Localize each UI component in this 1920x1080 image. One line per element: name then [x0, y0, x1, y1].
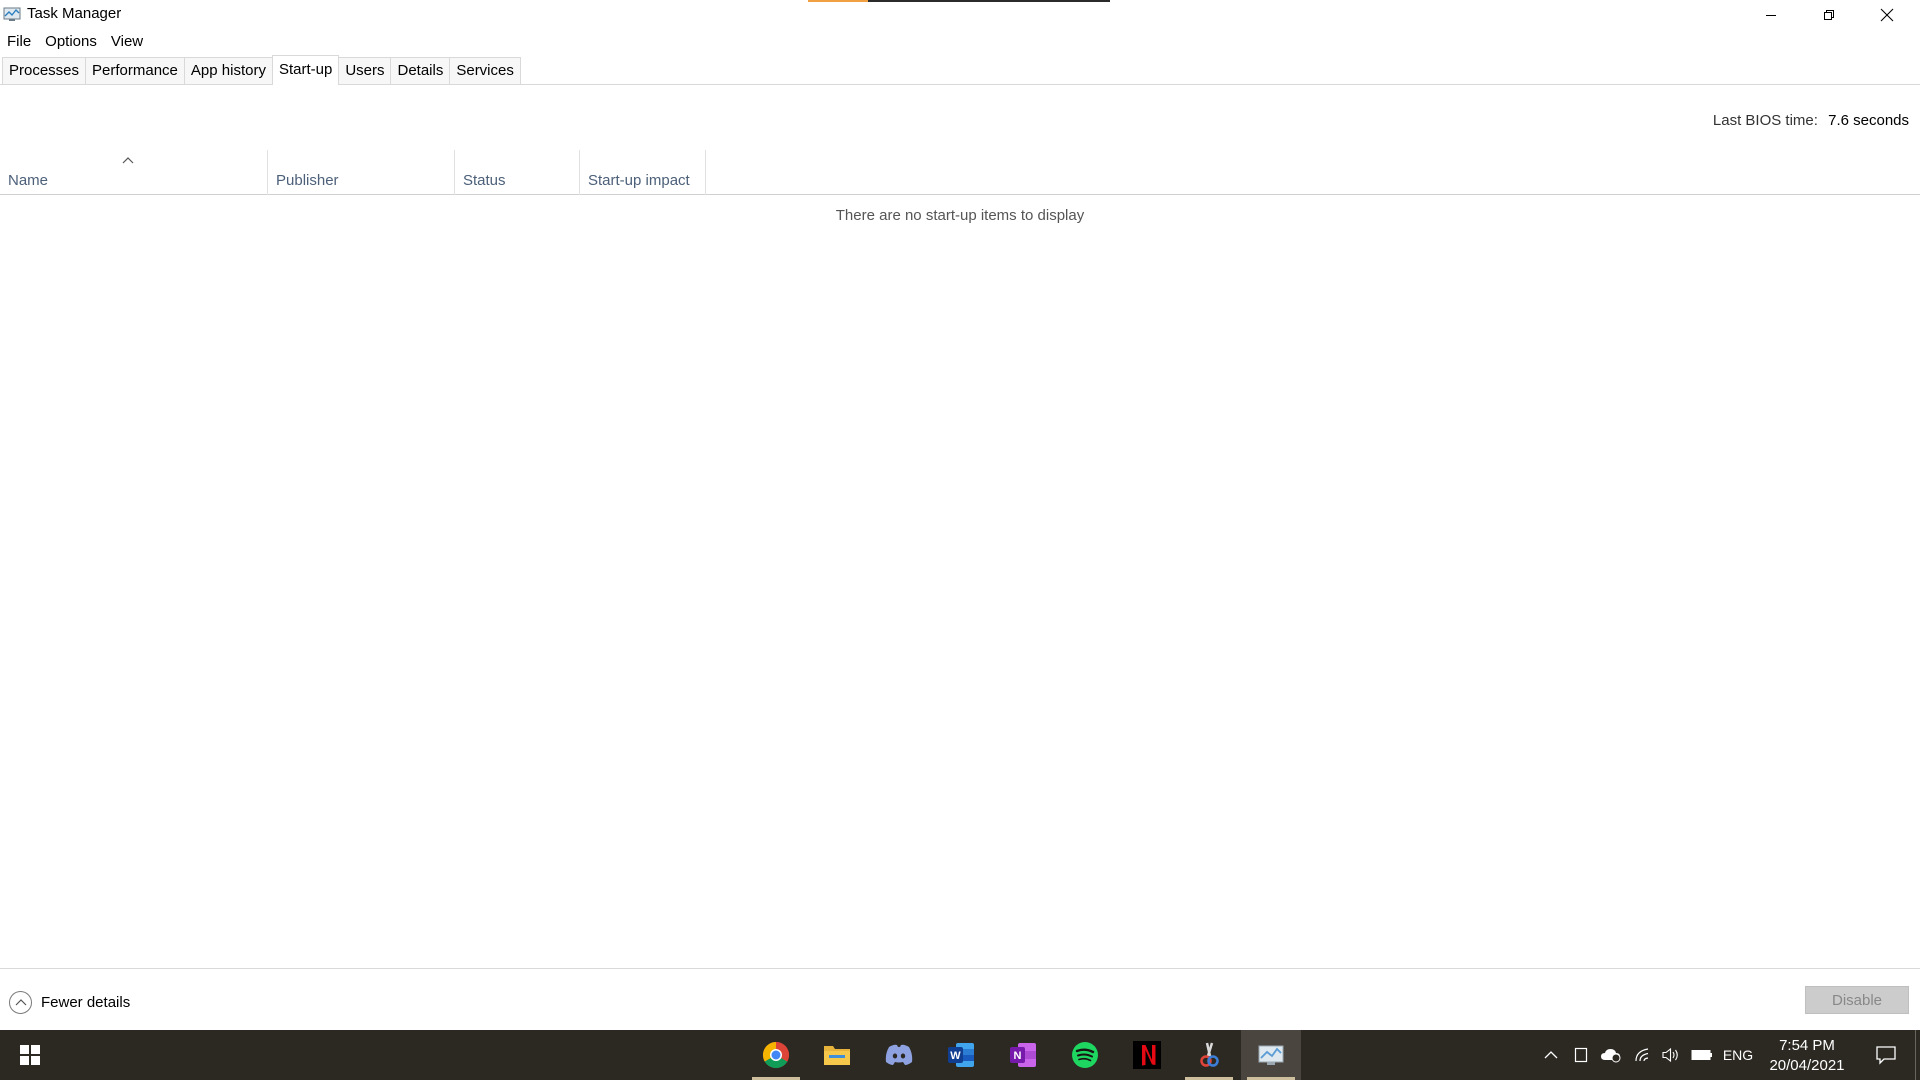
collapse-circle-icon [9, 990, 32, 1014]
snipping-tool-icon [1200, 1042, 1219, 1067]
windows-logo-icon [20, 1045, 40, 1065]
taskbar-onenote[interactable]: N [993, 1030, 1053, 1080]
minimize-icon [1766, 15, 1776, 16]
close-icon [1880, 8, 1894, 22]
tab-users[interactable]: Users [338, 57, 392, 84]
column-header-start-up-impact-label: Start-up impact [588, 172, 690, 189]
show-desktop-button[interactable] [1915, 1030, 1920, 1080]
taskbar-chrome[interactable] [746, 1030, 806, 1080]
menu-bar: File Options View [0, 30, 150, 54]
file-explorer-icon [824, 1046, 850, 1065]
taskbar-file-explorer[interactable] [807, 1030, 867, 1080]
tray-overflow-button[interactable] [1537, 1030, 1565, 1080]
restore-icon [1824, 10, 1834, 20]
word-icon: W [948, 1043, 974, 1067]
tab-start-up[interactable]: Start-up [271, 55, 340, 85]
menu-view[interactable]: View [104, 30, 150, 54]
tray-volume-button[interactable] [1657, 1030, 1685, 1080]
column-header-publisher-label: Publisher [276, 172, 339, 189]
footer-bar: Fewer details Disable [0, 968, 1920, 1030]
clock-date: 20/04/2021 [1769, 1057, 1845, 1074]
tab-processes[interactable]: Processes [2, 57, 87, 84]
action-center-button[interactable] [1862, 1030, 1910, 1080]
tray-language-indicator[interactable]: ENG [1719, 1030, 1757, 1080]
column-header-name[interactable]: Name [0, 150, 268, 195]
tab-services[interactable]: Services [449, 57, 521, 84]
title-bar[interactable]: Task Manager [0, 0, 1920, 30]
column-header-publisher[interactable]: Publisher [268, 150, 455, 195]
tab-app-history[interactable]: App history [183, 57, 273, 84]
tablet-icon [1574, 1047, 1588, 1063]
taskbar-snipping-tool[interactable] [1179, 1030, 1239, 1080]
start-button[interactable] [0, 1030, 60, 1080]
menu-file[interactable]: File [0, 30, 38, 54]
column-header-status[interactable]: Status [455, 150, 580, 195]
wifi-icon [1635, 1048, 1649, 1062]
taskbar: W N ENG 7:54 PM 20/04/2021 [0, 1030, 1920, 1080]
tray-battery-button[interactable] [1688, 1030, 1716, 1080]
sort-ascending-icon [122, 157, 134, 164]
taskbar-task-manager[interactable] [1241, 1030, 1301, 1080]
svg-text:W: W [950, 1050, 961, 1062]
taskbar-clock[interactable]: 7:54 PM 20/04/2021 [1762, 1036, 1852, 1076]
chevron-up-icon [1544, 1051, 1558, 1059]
tab-bar: Processes Performance App history Start-… [0, 55, 1920, 85]
bios-time-value: 7.6 seconds [1828, 112, 1909, 129]
window-title: Task Manager [27, 5, 122, 22]
menu-options[interactable]: Options [38, 30, 104, 54]
task-manager-icon [1258, 1045, 1284, 1065]
spotify-icon [1072, 1042, 1098, 1068]
bios-time-label: Last BIOS time: [1712, 112, 1818, 129]
title-activity-bar [808, 0, 1110, 2]
fewer-details-button[interactable]: Fewer details [9, 989, 130, 1015]
empty-list-message: There are no start-up items to display [835, 207, 1085, 224]
task-manager-app-icon [3, 7, 21, 21]
discord-icon [885, 1044, 913, 1065]
netflix-icon [1133, 1041, 1161, 1069]
disable-button[interactable]: Disable [1805, 986, 1909, 1014]
title-activity-fill [808, 0, 868, 2]
tray-onedrive-button[interactable] [1597, 1030, 1625, 1080]
chevron-up-icon [15, 999, 26, 1006]
fewer-details-label: Fewer details [41, 993, 131, 1011]
svg-text:N: N [1014, 1050, 1022, 1062]
tab-details[interactable]: Details [390, 57, 451, 84]
notification-icon [1876, 1046, 1896, 1065]
close-button[interactable] [1858, 0, 1916, 30]
onedrive-sync-icon [1601, 1049, 1621, 1063]
tab-performance[interactable]: Performance [85, 57, 185, 84]
tray-wifi-button[interactable] [1629, 1030, 1657, 1080]
column-header-start-up-impact[interactable]: Start-up impact [580, 150, 706, 195]
column-header-name-label: Name [8, 172, 49, 189]
task-manager-window: Task Manager File Options View Processes… [0, 0, 1920, 1030]
bios-time: Last BIOS time: 7.6 seconds [1713, 112, 1909, 129]
column-header-row: Name Publisher Status Start-up impact [0, 150, 1920, 195]
clock-time: 7:54 PM [1779, 1037, 1835, 1054]
column-header-status-label: Status [463, 172, 506, 189]
minimize-button[interactable] [1742, 0, 1800, 30]
taskbar-netflix[interactable] [1117, 1030, 1177, 1080]
tray-tablet-button[interactable] [1567, 1030, 1595, 1080]
restore-button[interactable] [1800, 0, 1858, 30]
chrome-icon [762, 1041, 790, 1069]
taskbar-discord[interactable] [869, 1030, 929, 1080]
battery-icon [1691, 1050, 1712, 1060]
speaker-icon [1662, 1047, 1678, 1063]
taskbar-word[interactable]: W [931, 1030, 991, 1080]
taskbar-spotify[interactable] [1055, 1030, 1115, 1080]
onenote-icon: N [1010, 1043, 1036, 1067]
